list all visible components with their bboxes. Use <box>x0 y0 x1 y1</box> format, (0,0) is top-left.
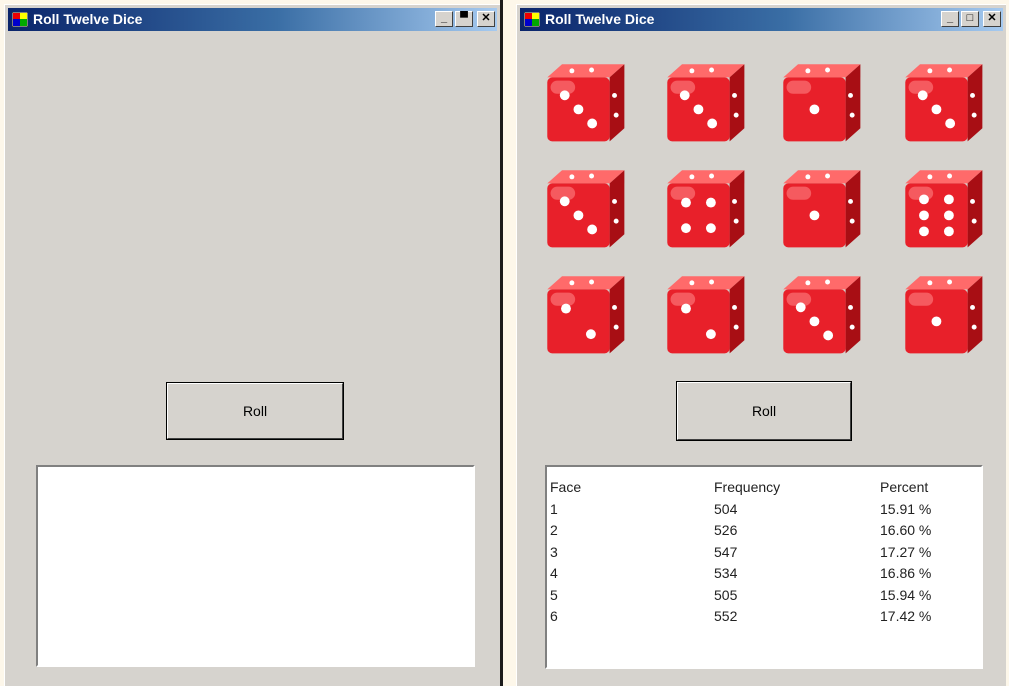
right-window: Roll Twelve Dice _ □ ✕ Roll Face Frequen… <box>516 4 1006 686</box>
table-row: 5 505 15.94 % <box>550 585 960 607</box>
table-row: 2 526 16.60 % <box>550 520 960 542</box>
header-face: Face <box>550 479 582 495</box>
die-6-icon <box>905 170 983 248</box>
stats-header-row: Face Frequency Percent <box>550 477 960 499</box>
frequency-cell: 505 <box>714 586 738 603</box>
table-row: 1 504 15.91 % <box>550 499 960 521</box>
frequency-cell: 552 <box>714 608 738 624</box>
minimize-icon: _ <box>440 12 448 24</box>
window-title: Roll Twelve Dice <box>33 11 143 27</box>
die-3-icon <box>547 170 625 248</box>
window-divider <box>500 0 503 686</box>
left-window: Roll Twelve Dice _ ▀ ✕ Roll <box>4 4 500 686</box>
die-1-icon <box>905 276 983 354</box>
close-button[interactable]: ✕ <box>477 11 495 27</box>
title-bar[interactable]: Roll Twelve Dice _ ▀ ✕ <box>8 8 497 31</box>
roll-button[interactable]: Roll <box>676 381 852 441</box>
percent-cell: 17.27 % <box>880 543 932 560</box>
table-row: 6 552 17.42 % <box>550 606 960 628</box>
window-title: Roll Twelve Dice <box>545 11 655 27</box>
close-button[interactable]: ✕ <box>983 11 1001 27</box>
maximize-icon: ▀ <box>460 12 468 24</box>
die-3-icon <box>667 64 745 142</box>
percent-cell: 15.94 % <box>880 586 932 603</box>
percent-cell: 17.42 % <box>880 608 932 624</box>
die-2-icon <box>667 276 745 354</box>
die-3-icon <box>547 64 625 142</box>
minimize-button[interactable]: _ <box>941 11 959 27</box>
output-textbox[interactable]: Face Frequency Percent 1 504 15.91 % 2 5… <box>545 465 983 669</box>
frequency-cell: 547 <box>714 543 738 560</box>
maximize-button[interactable]: □ <box>961 11 979 27</box>
app-window-icon <box>524 12 540 27</box>
die-3-icon <box>783 276 861 354</box>
face-cell: 3 <box>550 543 558 560</box>
percent-cell: 15.91 % <box>880 500 932 517</box>
face-cell: 6 <box>550 608 558 624</box>
header-percent: Percent <box>880 479 929 495</box>
header-frequency: Frequency <box>714 479 781 495</box>
face-cell: 5 <box>550 586 558 603</box>
die-3-icon <box>905 64 983 142</box>
face-cell: 2 <box>550 522 558 538</box>
maximize-button[interactable]: ▀ <box>455 11 473 27</box>
face-cell: 1 <box>550 500 558 517</box>
percent-cell: 16.86 % <box>880 565 932 581</box>
frequency-cell: 504 <box>714 500 738 517</box>
percent-cell: 16.60 % <box>880 522 932 538</box>
title-bar[interactable]: Roll Twelve Dice _ □ ✕ <box>520 8 1003 31</box>
stats-table: Face Frequency Percent 1 504 15.91 % 2 5… <box>550 477 960 628</box>
table-row: 4 534 16.86 % <box>550 563 960 585</box>
face-cell: 4 <box>550 565 558 581</box>
app-window-icon <box>12 12 28 27</box>
close-icon: ✕ <box>481 12 491 24</box>
frequency-cell: 526 <box>714 522 738 538</box>
die-2-icon <box>547 276 625 354</box>
close-icon: ✕ <box>987 12 997 24</box>
minimize-icon: _ <box>946 12 954 24</box>
roll-button[interactable]: Roll <box>166 382 344 440</box>
die-4-icon <box>667 170 745 248</box>
output-textbox[interactable] <box>36 465 475 667</box>
minimize-button[interactable]: _ <box>435 11 453 27</box>
maximize-icon: □ <box>966 12 974 24</box>
die-1-icon <box>783 170 861 248</box>
table-row: 3 547 17.27 % <box>550 542 960 564</box>
die-1-icon <box>783 64 861 142</box>
frequency-cell: 534 <box>714 565 738 581</box>
